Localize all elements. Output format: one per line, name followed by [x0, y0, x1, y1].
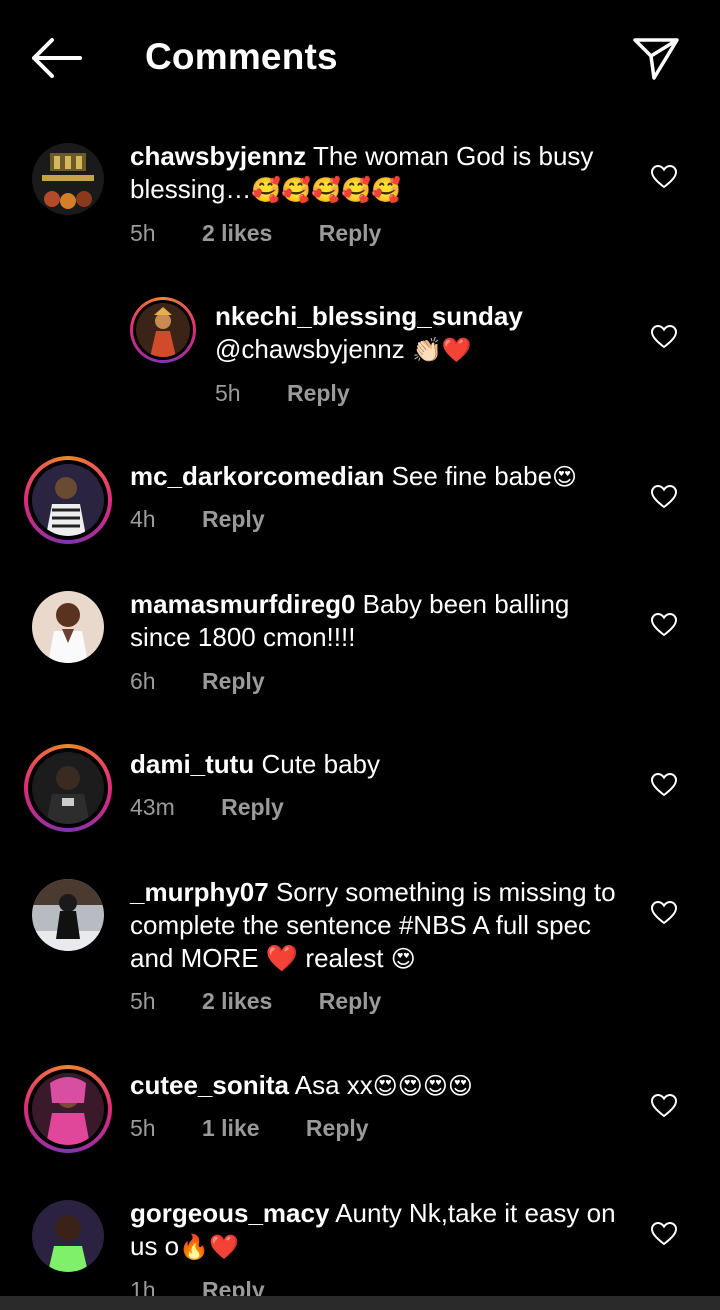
comment-meta: 5h 2 likes Reply — [130, 220, 421, 247]
page-title: Comments — [145, 36, 338, 77]
comment-text: @chawsbyjennz — [215, 334, 405, 364]
comment-body: gorgeous_macy Aunty Nk,take it easy on u… — [130, 1197, 630, 1264]
comment-time: 1h — [130, 1277, 156, 1296]
comment-username[interactable]: mamasmurfdireg0 — [130, 589, 355, 619]
comment-body: mamasmurfdireg0 Baby been balling since … — [130, 588, 630, 654]
comment-username[interactable]: nkechi_blessing_sunday — [215, 301, 523, 331]
comment-item: mc_darkorcomedian See fine babe😍 4h Repl… — [0, 456, 720, 550]
comment-item: gorgeous_macy Aunty Nk,take it easy on u… — [0, 1197, 720, 1296]
comment-item: cutee_sonita Asa xx😍😍😍😍 5h 1 like Reply — [0, 1065, 720, 1159]
reply-button[interactable]: Reply — [287, 380, 350, 406]
comment-meta: 5h Reply — [215, 380, 390, 407]
avatar[interactable] — [32, 143, 104, 215]
reply-button[interactable]: Reply — [202, 1277, 265, 1296]
comment-meta: 4h Reply — [130, 506, 305, 533]
comment-meta: 43m Reply — [130, 794, 324, 821]
comment-emojis: 😍 — [390, 945, 416, 973]
comment-text: See fine babe — [391, 461, 553, 491]
comment-item: _murphy07 Sorry something is missing to … — [0, 876, 720, 1026]
like-heart-icon[interactable] — [650, 1093, 678, 1118]
comment-likes[interactable]: 2 likes — [202, 988, 272, 1014]
comment-time: 43m — [130, 794, 175, 820]
avatar-story-ring[interactable] — [24, 1065, 112, 1153]
like-heart-icon[interactable] — [650, 484, 678, 509]
send-icon[interactable] — [632, 34, 680, 82]
comment-item: chawsbyjennz The woman God is busy bless… — [0, 140, 720, 260]
comment-likes[interactable]: 1 like — [202, 1115, 260, 1141]
comment-text: Cute baby — [261, 749, 380, 779]
comment-username[interactable]: cutee_sonita — [130, 1070, 289, 1100]
comment-meta: 6h Reply — [130, 668, 305, 695]
comment-body: nkechi_blessing_sunday @chawsbyjennz 👏🏻❤… — [215, 300, 635, 367]
comment-username[interactable]: chawsbyjennz — [130, 141, 306, 171]
comment-time: 5h — [130, 988, 156, 1014]
comment-meta: 5h 1 like Reply — [130, 1115, 409, 1142]
comment-body: _murphy07 Sorry something is missing to … — [130, 876, 630, 976]
comment-username[interactable]: _murphy07 — [130, 877, 269, 907]
avatar[interactable] — [32, 879, 104, 951]
comment-time: 5h — [215, 380, 241, 406]
comment-meta: 5h 2 likes Reply — [130, 988, 421, 1015]
comment-username[interactable]: dami_tutu — [130, 749, 254, 779]
reply-button[interactable]: Reply — [306, 1115, 369, 1141]
comment-body: dami_tutu Cute baby — [130, 748, 630, 781]
like-heart-icon[interactable] — [650, 772, 678, 797]
comment-emojis: 😍 — [552, 463, 578, 491]
bottom-bar — [0, 1296, 720, 1310]
reply-button[interactable]: Reply — [202, 668, 265, 694]
avatar-story-ring[interactable] — [24, 744, 112, 832]
comment-emojis: 🔥❤️ — [179, 1233, 239, 1261]
reply-button[interactable]: Reply — [319, 988, 382, 1014]
avatar[interactable] — [32, 591, 104, 663]
comment-meta: 1h Reply — [130, 1277, 305, 1296]
comment-item: mamasmurfdireg0 Baby been balling since … — [0, 588, 720, 698]
comment-time: 5h — [130, 1115, 156, 1141]
avatar-story-ring[interactable] — [24, 456, 112, 544]
comment-emojis: 🥰🥰🥰🥰🥰 — [251, 176, 401, 204]
comment-time: 5h — [130, 220, 156, 246]
comment-body: mc_darkorcomedian See fine babe😍 — [130, 460, 630, 494]
comment-emojis: 😍😍😍😍 — [372, 1072, 473, 1100]
comment-item: nkechi_blessing_sunday @chawsbyjennz 👏🏻❤… — [0, 297, 720, 410]
like-heart-icon[interactable] — [650, 1221, 678, 1246]
top-bar: Comments — [0, 0, 720, 110]
comment-emojis: 👏🏻❤️ — [411, 336, 472, 364]
comment-time: 6h — [130, 668, 156, 694]
avatar-story-ring[interactable] — [130, 297, 196, 363]
like-heart-icon[interactable] — [650, 164, 678, 189]
comment-username[interactable]: mc_darkorcomedian — [130, 461, 384, 491]
comment-text: Asa xx — [294, 1070, 373, 1100]
reply-button[interactable]: Reply — [221, 794, 284, 820]
comment-time: 4h — [130, 506, 156, 532]
comment-item: dami_tutu Cute baby 43m Reply — [0, 744, 720, 838]
comment-username[interactable]: gorgeous_macy — [130, 1198, 329, 1228]
comment-body: chawsbyjennz The woman God is busy bless… — [130, 140, 630, 207]
like-heart-icon[interactable] — [650, 612, 678, 637]
like-heart-icon[interactable] — [650, 324, 678, 349]
back-arrow-icon[interactable] — [30, 36, 84, 80]
like-heart-icon[interactable] — [650, 900, 678, 925]
comment-likes[interactable]: 2 likes — [202, 220, 272, 246]
avatar[interactable] — [32, 1200, 104, 1272]
comment-body: cutee_sonita Asa xx😍😍😍😍 — [130, 1069, 630, 1103]
reply-button[interactable]: Reply — [319, 220, 382, 246]
reply-button[interactable]: Reply — [202, 506, 265, 532]
